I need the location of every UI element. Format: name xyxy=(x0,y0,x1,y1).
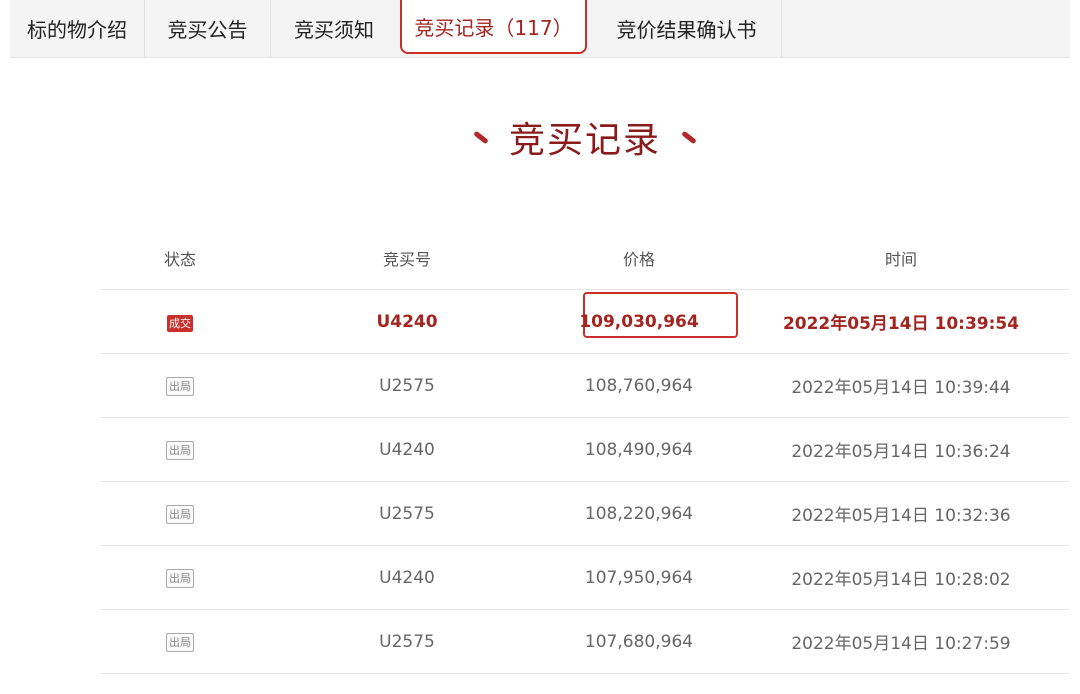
header-bidder: 竞买号 xyxy=(382,249,431,269)
bid-price: 108,760,964 xyxy=(584,375,694,396)
bid-records-table: 状态 竞买号 价格 时间 成交 U4240 109,030,964 2022年0… xyxy=(101,226,1069,674)
status-badge: 出局 xyxy=(166,505,194,524)
bid-time: 2022年05月14日 10:39:44 xyxy=(791,378,1011,398)
status-badge: 成交 xyxy=(167,314,193,332)
bid-price: 109,030,964 xyxy=(579,311,699,332)
bidder-id: U2575 xyxy=(379,631,435,652)
bidder-id: U2575 xyxy=(379,375,435,396)
tab-bid-records[interactable]: 竞买记录（117） xyxy=(400,0,587,54)
header-time: 时间 xyxy=(884,249,917,269)
bid-time: 2022年05月14日 10:27:59 xyxy=(791,634,1011,654)
header-status: 状态 xyxy=(163,249,196,269)
bid-time: 2022年05月14日 10:28:02 xyxy=(791,570,1011,590)
tab-result-confirmation[interactable]: 竞价结果确认书 xyxy=(592,0,782,57)
bid-price: 107,950,964 xyxy=(584,567,694,588)
table-row: 出局 U2575 108,760,964 2022年05月14日 10:39:4… xyxy=(101,354,1069,418)
bid-price: 107,680,964 xyxy=(584,631,694,652)
bidder-id: U4240 xyxy=(379,439,435,460)
bid-price: 108,220,964 xyxy=(584,503,694,524)
tab-item-intro[interactable]: 标的物介绍 xyxy=(10,0,145,57)
table-row: 成交 U4240 109,030,964 2022年05月14日 10:39:5… xyxy=(101,290,1069,354)
bid-price: 108,490,964 xyxy=(584,439,694,460)
bidder-id: U4240 xyxy=(379,567,435,588)
status-badge: 出局 xyxy=(166,569,194,588)
bid-time: 2022年05月14日 10:39:54 xyxy=(782,314,1020,334)
header-price: 价格 xyxy=(622,249,655,269)
table-row: 出局 U2575 107,680,964 2022年05月14日 10:27:5… xyxy=(101,610,1069,674)
decor-dash-icon xyxy=(681,130,697,144)
bid-time: 2022年05月14日 10:36:24 xyxy=(791,442,1011,462)
status-badge: 出局 xyxy=(166,633,194,652)
tab-bar: 标的物介绍 竞买公告 竞买须知 竞买记录（117） 竞价结果确认书 xyxy=(10,0,1070,58)
status-badge: 出局 xyxy=(166,377,194,396)
bid-time: 2022年05月14日 10:32:36 xyxy=(791,506,1011,526)
tab-announcement[interactable]: 竞买公告 xyxy=(145,0,271,57)
section-header: 竞买记录 xyxy=(0,112,1080,162)
bidder-id: U4240 xyxy=(376,311,438,332)
status-badge: 出局 xyxy=(166,441,194,460)
table-row: 出局 U2575 108,220,964 2022年05月14日 10:32:3… xyxy=(101,482,1069,546)
section-title: 竞买记录 xyxy=(508,120,661,161)
decor-dash-icon xyxy=(473,130,489,144)
bidder-id: U2575 xyxy=(379,503,435,524)
tab-notice[interactable]: 竞买须知 xyxy=(271,0,397,57)
table-row: 出局 U4240 107,950,964 2022年05月14日 10:28:0… xyxy=(101,546,1069,610)
table-header: 状态 竞买号 价格 时间 xyxy=(101,226,1069,290)
table-row: 出局 U4240 108,490,964 2022年05月14日 10:36:2… xyxy=(101,418,1069,482)
